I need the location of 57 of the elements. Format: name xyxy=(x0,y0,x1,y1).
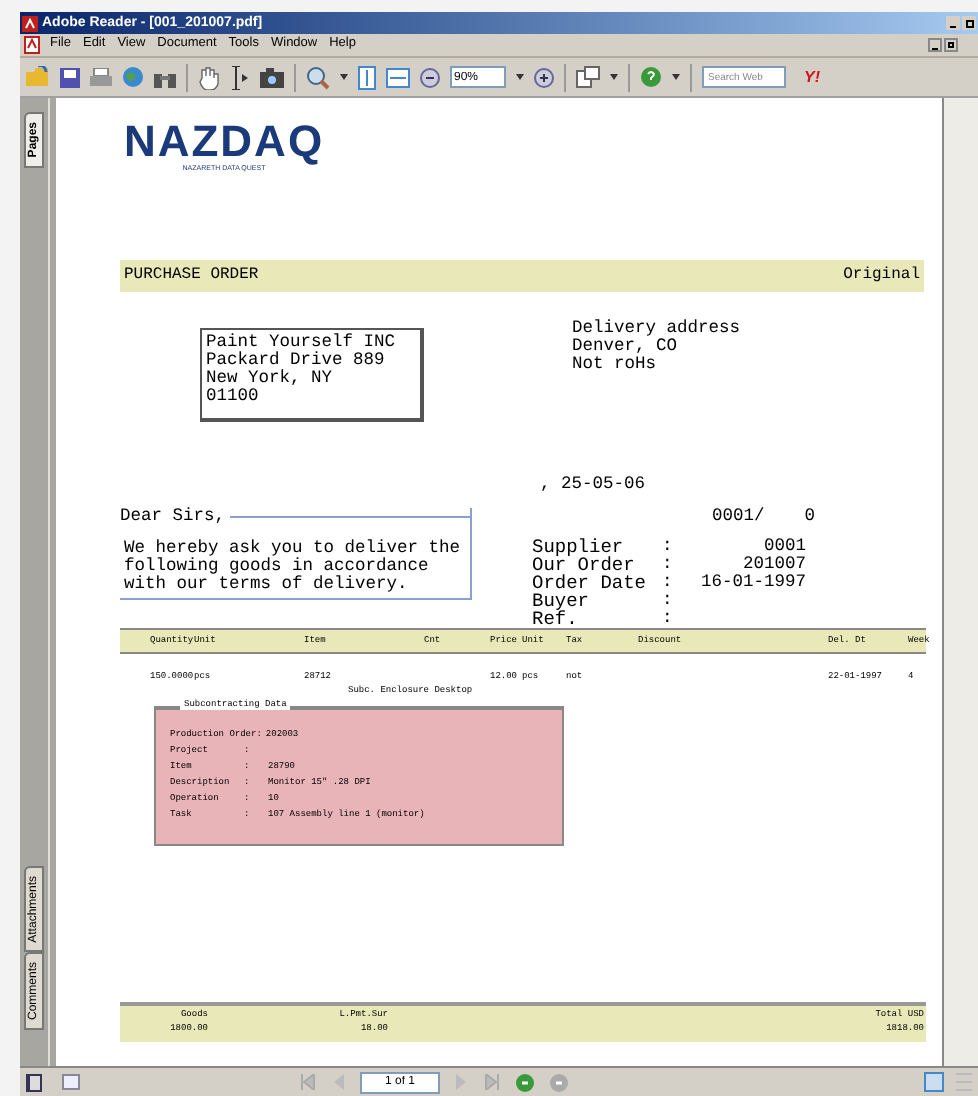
open-folder-icon[interactable] xyxy=(26,66,50,88)
reference-suffix: 0 xyxy=(804,508,816,526)
address-line: Paint Yourself INC xyxy=(206,334,398,352)
minimize-button[interactable] xyxy=(946,16,960,30)
pages-icon[interactable] xyxy=(576,66,600,88)
address-line: Packard Drive 889 xyxy=(206,352,387,370)
info-label: Order Date xyxy=(532,574,649,592)
app-icon xyxy=(22,15,38,31)
maximize-button[interactable] xyxy=(962,16,976,30)
logo-text: NAZDAQ xyxy=(123,120,325,164)
window-icon[interactable] xyxy=(62,1074,80,1090)
delivery-line: Not roHs xyxy=(572,356,659,374)
document-title: PURCHASE ORDER xyxy=(124,264,259,288)
colon-text: : xyxy=(662,610,675,628)
info-label: Buyer xyxy=(532,592,592,610)
zoom-in-icon[interactable] xyxy=(534,67,554,87)
camera-icon[interactable] xyxy=(260,67,284,87)
date-text: , 25-05-06 xyxy=(540,476,646,494)
caret-icon[interactable] xyxy=(340,74,348,80)
reference-number: 0001/ xyxy=(712,508,765,526)
page-panel-icon[interactable] xyxy=(26,1073,42,1091)
search-logo[interactable]: Y! xyxy=(804,69,820,85)
help-icon[interactable] xyxy=(640,66,662,88)
hand-icon[interactable] xyxy=(198,65,220,89)
text-cursor-icon[interactable] xyxy=(230,65,250,89)
save-icon[interactable] xyxy=(60,67,80,87)
info-label: Ref. xyxy=(532,610,578,628)
colon-text: : xyxy=(662,574,675,592)
colon-text: : xyxy=(662,592,675,610)
greeting-text: Dear Sirs, xyxy=(120,508,228,526)
info-label: Our Order xyxy=(532,556,635,574)
document-icon xyxy=(24,36,40,54)
caret-icon[interactable] xyxy=(516,74,524,80)
fit-page-icon[interactable] xyxy=(358,65,376,89)
colon-text: : xyxy=(662,556,675,574)
colon-text: : xyxy=(662,538,675,556)
print-icon[interactable] xyxy=(90,67,112,87)
caret-icon[interactable] xyxy=(672,74,680,80)
back-icon[interactable] xyxy=(516,1073,534,1091)
zoom-out-icon[interactable] xyxy=(420,67,440,87)
info-label: Supplier xyxy=(532,538,624,556)
restore-button[interactable] xyxy=(944,38,958,52)
info-value: 0001 xyxy=(761,538,806,556)
copy-label: Original xyxy=(843,264,920,288)
minimize-button[interactable] xyxy=(928,38,942,52)
address-line: 01100 xyxy=(206,388,261,406)
delivery-line: Delivery address xyxy=(572,320,741,338)
letter-text: We hereby ask you to deliver the following goods in accordance with our terms of delivery. xyxy=(122,540,463,594)
scrollbar[interactable] xyxy=(942,98,978,1066)
info-value: 16-01-1997 xyxy=(698,574,806,592)
zoom-in-icon[interactable] xyxy=(306,65,330,89)
info-value: 201007 xyxy=(740,556,806,574)
address-line: New York, NY xyxy=(206,370,335,388)
single-page-icon[interactable] xyxy=(924,1072,944,1092)
fit-width-icon[interactable] xyxy=(386,67,410,87)
delivery-line: Denver, CO xyxy=(572,338,680,356)
caret-icon[interactable] xyxy=(610,74,618,80)
